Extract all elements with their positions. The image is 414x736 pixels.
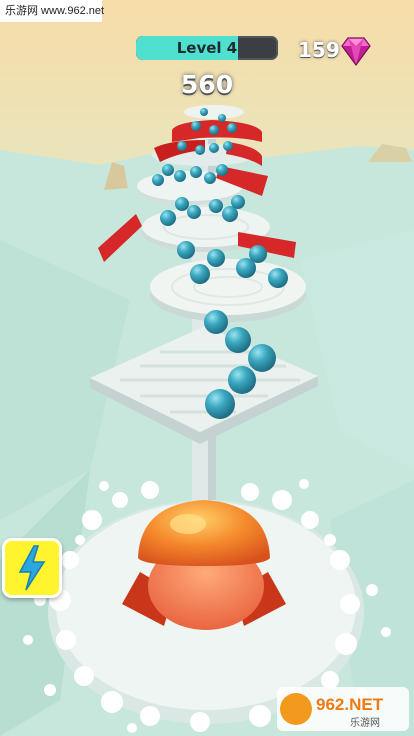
ball xyxy=(227,123,237,133)
ball xyxy=(187,205,201,219)
boost-button[interactable] xyxy=(2,538,62,598)
level-label: Level 4 xyxy=(176,39,238,57)
ball xyxy=(209,199,223,213)
ball xyxy=(204,172,216,184)
watermark-logo: 962.NET 乐游网 xyxy=(277,687,409,731)
ball xyxy=(177,241,195,259)
ball xyxy=(248,344,276,372)
ball xyxy=(175,197,189,211)
score: 560 xyxy=(180,70,234,99)
ball xyxy=(268,268,288,288)
ball xyxy=(209,125,219,135)
level-progress-bar: Level 4 xyxy=(136,36,278,60)
lightning-bolt-icon xyxy=(18,545,46,591)
gem-icon xyxy=(341,37,371,67)
ball xyxy=(162,164,174,176)
ball xyxy=(190,166,202,178)
ball xyxy=(218,114,226,122)
ball xyxy=(228,366,256,394)
watermark-logo-subtitle: 乐游网 xyxy=(350,716,380,729)
ball xyxy=(200,108,208,116)
ball xyxy=(152,174,164,186)
ball xyxy=(207,249,225,267)
ball xyxy=(204,310,228,334)
ball xyxy=(190,264,210,284)
ball xyxy=(216,164,228,176)
watermark-logo-brand: 962.NET xyxy=(316,695,384,714)
watermark-top: 乐游网 www.962.net xyxy=(0,0,104,22)
gem-count: 159 xyxy=(298,38,340,62)
ball xyxy=(160,210,176,226)
ball xyxy=(209,143,219,153)
game-scene xyxy=(0,0,414,736)
ball xyxy=(231,195,245,209)
platform xyxy=(150,259,306,315)
ball xyxy=(195,145,205,155)
ball xyxy=(225,327,251,353)
ball xyxy=(177,141,187,151)
ball xyxy=(174,170,186,182)
helmet-highlight xyxy=(170,514,206,534)
platform xyxy=(184,105,244,119)
ball xyxy=(249,245,267,263)
ball xyxy=(205,389,235,419)
ball xyxy=(223,141,233,151)
ball xyxy=(191,121,201,131)
